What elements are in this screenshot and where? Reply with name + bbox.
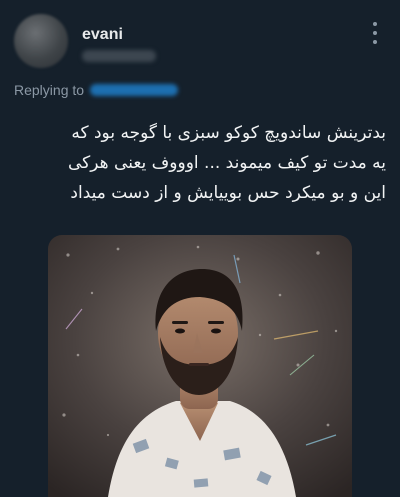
author-names: evani bbox=[82, 26, 156, 62]
tweet-media-image[interactable] bbox=[48, 235, 352, 497]
avatar[interactable] bbox=[14, 14, 68, 68]
more-dot bbox=[373, 22, 377, 26]
replying-to-label: Replying to bbox=[14, 82, 85, 98]
tweet-text-line: بدترینش ساندویچ کوکو سبزی با گوجه بود که bbox=[71, 123, 386, 143]
tweet-header: evani bbox=[14, 14, 390, 68]
tweet-text-line: این و بو میکرد حس بوییایش و از دست میداد bbox=[70, 183, 386, 203]
replying-to: Replying to bbox=[14, 82, 179, 98]
media-illustration bbox=[48, 235, 352, 497]
author-display-name[interactable]: evani bbox=[82, 26, 156, 44]
tweet-text-line: یه مدت تو کیف میموند ... اوووف یعنی هرکی bbox=[68, 153, 386, 173]
more-options-icon[interactable] bbox=[368, 22, 382, 44]
tweet-text: بدترینش ساندویچ کوکو سبزی با گوجه بود که… bbox=[14, 118, 386, 208]
tweet-card: evani Replying to بدترینش ساندویچ کوکو س… bbox=[0, 0, 400, 497]
more-dot bbox=[373, 40, 377, 44]
more-dot bbox=[373, 31, 377, 35]
author-handle-blurred[interactable] bbox=[82, 50, 156, 62]
replying-to-mention-blurred[interactable] bbox=[90, 84, 179, 96]
